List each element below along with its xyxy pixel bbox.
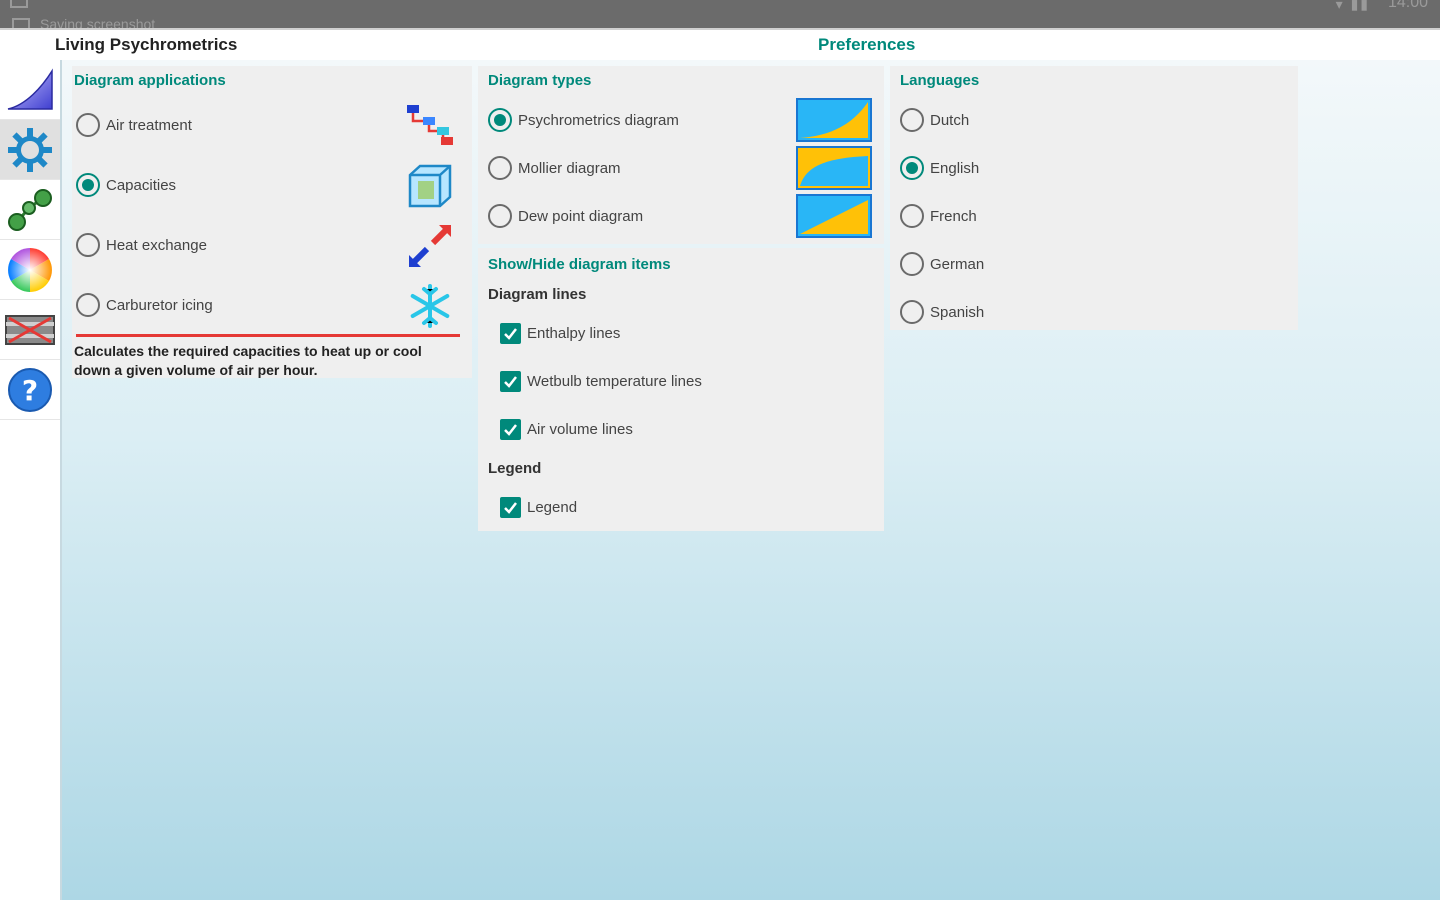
language-option-english[interactable]: English bbox=[900, 155, 979, 181]
app-option-heat-exchange[interactable]: Heat exchange bbox=[76, 232, 207, 258]
sidebar-item-colors[interactable] bbox=[0, 240, 60, 300]
radio-button[interactable] bbox=[488, 108, 512, 132]
type-option-psychrometrics[interactable]: Psychrometrics diagram bbox=[488, 107, 679, 133]
option-label: Air volume lines bbox=[527, 420, 633, 438]
radio-button[interactable] bbox=[76, 113, 100, 137]
radio-button[interactable] bbox=[488, 204, 512, 228]
checkbox[interactable] bbox=[500, 496, 521, 518]
diagram-types-title: Diagram types bbox=[488, 72, 592, 89]
heat-exchanger-icon bbox=[5, 314, 55, 345]
checkbox-wetbulb-lines[interactable]: Wetbulb temperature lines bbox=[500, 368, 702, 394]
languages-panel: Languages Dutch English French German Sp… bbox=[890, 66, 1298, 330]
checkbox-enthalpy-lines[interactable]: Enthalpy lines bbox=[500, 320, 620, 346]
checkmark-icon bbox=[504, 423, 517, 436]
help-icon: ? bbox=[8, 367, 52, 412]
option-label: Dew point diagram bbox=[518, 207, 644, 225]
option-label: German bbox=[930, 255, 985, 273]
checkbox[interactable] bbox=[500, 322, 521, 344]
checkbox-air-volume-lines[interactable]: Air volume lines bbox=[500, 416, 633, 442]
preferences-content: Diagram applications Air treatment Capac… bbox=[60, 60, 1440, 900]
process-nodes-icon bbox=[8, 188, 52, 231]
radio-button[interactable] bbox=[488, 156, 512, 180]
option-label: Wetbulb temperature lines bbox=[527, 372, 702, 390]
option-label: Legend bbox=[527, 498, 578, 516]
radio-button[interactable] bbox=[76, 293, 100, 317]
show-hide-title: Show/Hide diagram items bbox=[488, 256, 671, 273]
sidebar-item-diagram[interactable] bbox=[0, 60, 60, 120]
sidebar-item-processes[interactable] bbox=[0, 180, 60, 240]
snowflake-icon bbox=[404, 282, 456, 330]
psychrometrics-diagram-thumbnail bbox=[796, 98, 872, 142]
option-label: French bbox=[930, 207, 977, 225]
type-option-mollier[interactable]: Mollier diagram bbox=[488, 155, 621, 181]
screen-title: Preferences bbox=[818, 35, 916, 54]
option-label: Dutch bbox=[930, 111, 970, 129]
app-bar: Living Psychrometrics Preferences bbox=[0, 28, 1440, 60]
signal-battery-icons: ▾ ▮▮ bbox=[1335, 0, 1370, 12]
sidebar-item-help[interactable]: ? bbox=[0, 360, 60, 420]
checkmark-icon bbox=[504, 501, 517, 514]
diagram-lines-title: Diagram lines bbox=[488, 286, 587, 303]
languages-title: Languages bbox=[900, 72, 980, 89]
option-label: Capacities bbox=[106, 176, 177, 194]
option-label: Carburetor icing bbox=[106, 296, 213, 314]
type-option-dew-point[interactable]: Dew point diagram bbox=[488, 203, 643, 229]
radio-button[interactable] bbox=[900, 156, 924, 180]
diagram-types-panel: Diagram types Psychrometrics diagram Mol… bbox=[478, 66, 884, 244]
option-label: Air treatment bbox=[106, 116, 192, 134]
show-hide-panel: Show/Hide diagram items Diagram lines En… bbox=[478, 248, 884, 531]
mollier-diagram-thumbnail bbox=[796, 146, 872, 190]
color-wheel-icon bbox=[8, 247, 52, 292]
svg-text:?: ? bbox=[22, 374, 38, 407]
psychrometric-chart-icon bbox=[7, 67, 53, 110]
legend-title: Legend bbox=[488, 460, 542, 477]
radio-button[interactable] bbox=[76, 173, 100, 197]
sidebar-item-preferences[interactable] bbox=[0, 120, 60, 180]
option-label: Enthalpy lines bbox=[527, 324, 621, 342]
checkmark-icon bbox=[504, 327, 517, 340]
radio-button[interactable] bbox=[900, 204, 924, 228]
notification-text: Saving screenshot bbox=[40, 16, 156, 28]
notification-icon bbox=[10, 0, 28, 8]
checkbox[interactable] bbox=[500, 370, 521, 392]
sidebar-item-heat-exchanger[interactable] bbox=[0, 300, 60, 360]
radio-button[interactable] bbox=[76, 233, 100, 257]
option-label: Heat exchange bbox=[106, 236, 207, 254]
divider-line bbox=[76, 334, 460, 337]
option-label: Mollier diagram bbox=[518, 159, 621, 177]
app-title: Living Psychrometrics bbox=[55, 35, 238, 54]
app-option-capacities[interactable]: Capacities bbox=[76, 172, 176, 198]
checkbox-legend[interactable]: Legend bbox=[500, 494, 577, 520]
application-description: Calculates the required capacities to he… bbox=[74, 343, 422, 378]
app-option-carburetor-icing[interactable]: Carburetor icing bbox=[76, 292, 213, 318]
radio-button[interactable] bbox=[900, 108, 924, 132]
radio-button[interactable] bbox=[900, 300, 924, 324]
clock: 14:00 bbox=[1387, 0, 1428, 11]
heat-exchange-arrows-icon bbox=[404, 222, 456, 270]
status-bar: Saving screenshot ▾ ▮▮ 14:00 bbox=[0, 0, 1440, 30]
gear-icon bbox=[8, 127, 52, 172]
option-label: English bbox=[930, 159, 980, 177]
dew-point-diagram-thumbnail bbox=[796, 194, 872, 238]
air-treatment-icon bbox=[404, 100, 456, 148]
language-option-german[interactable]: German bbox=[900, 251, 984, 277]
language-option-dutch[interactable]: Dutch bbox=[900, 107, 969, 133]
checkbox[interactable] bbox=[500, 418, 521, 440]
language-option-spanish[interactable]: Spanish bbox=[900, 299, 984, 325]
cube-icon bbox=[404, 162, 456, 210]
language-option-french[interactable]: French bbox=[900, 203, 977, 229]
app-option-air-treatment[interactable]: Air treatment bbox=[76, 112, 192, 138]
option-label: Psychrometrics diagram bbox=[518, 111, 679, 129]
diagram-applications-panel: Diagram applications Air treatment Capac… bbox=[72, 66, 472, 378]
diagram-applications-title: Diagram applications bbox=[74, 72, 226, 89]
radio-button[interactable] bbox=[900, 252, 924, 276]
checkmark-icon bbox=[504, 375, 517, 388]
sidebar: ? bbox=[0, 60, 60, 900]
option-label: Spanish bbox=[930, 303, 985, 321]
